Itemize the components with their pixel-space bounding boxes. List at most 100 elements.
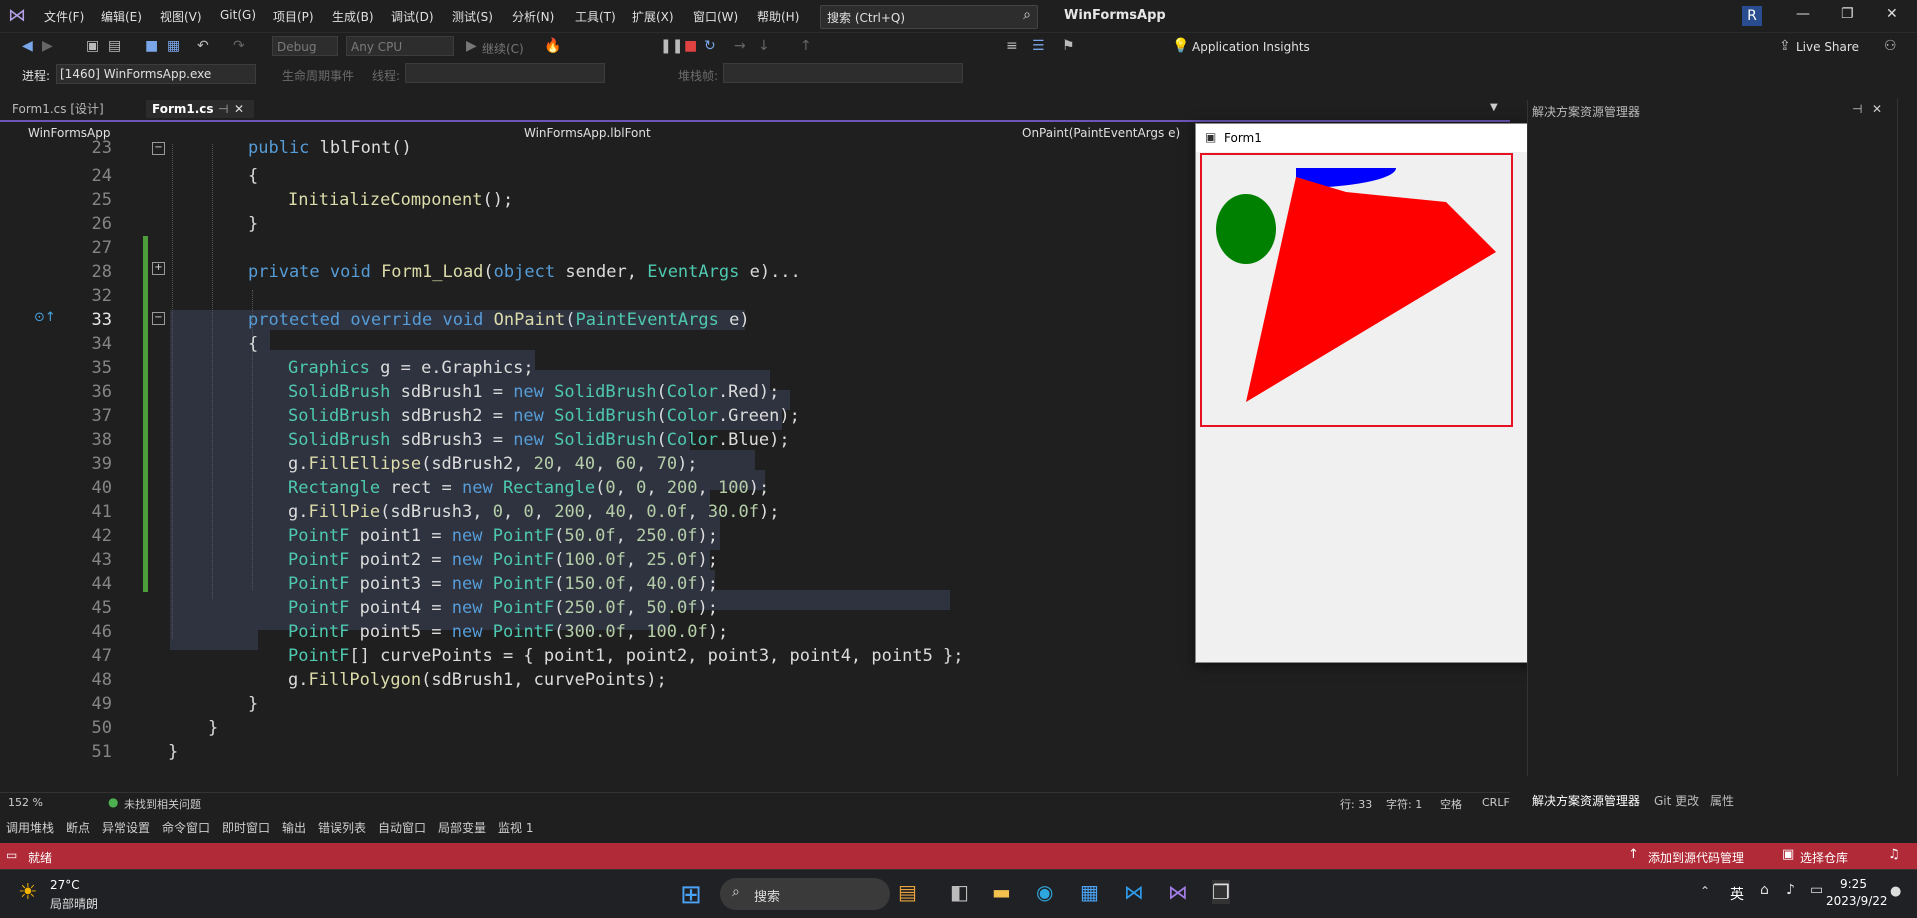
- menu-help[interactable]: 帮助(H): [757, 8, 799, 25]
- add-source-control-button[interactable]: 添加到源代码管理: [1648, 849, 1744, 866]
- panel-tab-properties[interactable]: 属性: [1710, 792, 1734, 809]
- tab-form1-code[interactable]: Form1.cs ⊣ ✕: [146, 100, 254, 118]
- issues-status[interactable]: 未找到相关问题: [124, 796, 201, 812]
- collapse-icon[interactable]: −: [152, 142, 165, 155]
- file-explorer-icon[interactable]: ◧: [950, 880, 969, 904]
- thread-select[interactable]: [405, 63, 605, 83]
- undo-icon[interactable]: ↶: [197, 38, 209, 54]
- menu-build[interactable]: 生成(B): [332, 8, 374, 25]
- chevron-down-icon[interactable]: ▼: [1490, 102, 1498, 113]
- redo-icon[interactable]: ↷: [233, 38, 245, 54]
- back-icon[interactable]: ◀: [22, 38, 33, 54]
- panel-tab-git[interactable]: Git 更改: [1654, 792, 1699, 809]
- application-insights-button[interactable]: Application Insights: [1192, 40, 1310, 54]
- close-icon[interactable]: ✕: [1886, 6, 1898, 22]
- visual-studio-icon[interactable]: ⋈: [1168, 880, 1188, 904]
- menu-edit[interactable]: 编辑(E): [101, 8, 142, 25]
- stackframe-select[interactable]: [723, 63, 963, 83]
- bell-icon[interactable]: ♫: [1888, 847, 1900, 862]
- menu-tools[interactable]: 工具(T): [575, 8, 616, 25]
- lightbulb-icon[interactable]: 💡: [1172, 38, 1189, 54]
- close-icon[interactable]: ✕: [1872, 102, 1882, 116]
- format-icon[interactable]: ≡: [1006, 38, 1018, 54]
- tab-breakpoints[interactable]: 断点: [66, 819, 90, 836]
- notification-icon[interactable]: ●: [1890, 884, 1901, 899]
- clock-date[interactable]: 2023/9/22: [1826, 894, 1888, 908]
- line-ending[interactable]: CRLF: [1482, 796, 1510, 809]
- taskbar-search[interactable]: ⌕ 搜索: [720, 878, 890, 910]
- panel-tab-solution[interactable]: 解决方案资源管理器: [1532, 792, 1640, 809]
- live-share-button[interactable]: Live Share: [1796, 40, 1859, 54]
- select-repo-button[interactable]: 选择仓库: [1800, 849, 1848, 866]
- tab-immediate-window[interactable]: 即时窗口: [222, 819, 270, 836]
- breakpoint-icon[interactable]: ⊙↑: [34, 310, 56, 325]
- menu-extensions[interactable]: 扩展(X): [632, 8, 674, 25]
- collapse-icon[interactable]: −: [152, 312, 165, 325]
- speaker-icon[interactable]: ♪: [1786, 882, 1795, 898]
- pin-icon[interactable]: ⊣: [1852, 102, 1862, 116]
- search-input[interactable]: 搜索 (Ctrl+Q) ⌕: [820, 5, 1038, 29]
- platform-select[interactable]: Any CPU: [346, 36, 454, 56]
- continue-icon[interactable]: ▶: [466, 38, 477, 54]
- hot-reload-icon[interactable]: 🔥: [544, 38, 561, 54]
- tab-locals[interactable]: 局部变量: [438, 819, 486, 836]
- step-icon[interactable]: →: [734, 38, 746, 54]
- chevron-up-icon[interactable]: ⌃: [1700, 884, 1710, 898]
- menu-project[interactable]: 项目(P): [273, 8, 314, 25]
- forward-icon[interactable]: ▶: [42, 38, 53, 54]
- tab-autos[interactable]: 自动窗口: [378, 819, 426, 836]
- menu-git[interactable]: Git(G): [220, 8, 256, 22]
- windows-start-icon[interactable]: ⊞: [680, 880, 702, 910]
- expand-icon[interactable]: +: [152, 262, 165, 275]
- configuration-select[interactable]: Debug: [272, 36, 338, 56]
- menu-debug[interactable]: 调试(D): [391, 8, 434, 25]
- tab-output[interactable]: 输出: [282, 819, 306, 836]
- member-select[interactable]: OnPaint(PaintEventArgs e): [1022, 124, 1180, 142]
- menu-view[interactable]: 视图(V): [160, 8, 202, 25]
- battery-icon[interactable]: ▭: [1810, 882, 1823, 898]
- tab-call-stack[interactable]: 调用堆栈: [6, 819, 54, 836]
- menu-test[interactable]: 测试(S): [452, 8, 493, 25]
- stop-icon[interactable]: ■: [684, 38, 697, 54]
- type-select[interactable]: WinFormsApp.lblFont: [524, 124, 651, 142]
- tab-exception-settings[interactable]: 异常设置: [102, 819, 150, 836]
- step-into-icon[interactable]: ↓: [758, 38, 770, 54]
- continue-label[interactable]: 继续(C): [482, 40, 524, 57]
- folder-icon[interactable]: ▬: [992, 880, 1011, 904]
- ime-indicator[interactable]: 英: [1730, 884, 1744, 904]
- pause-icon[interactable]: ❚❚: [660, 38, 683, 54]
- menu-window[interactable]: 窗口(W): [693, 8, 738, 25]
- save-icon[interactable]: ■: [145, 38, 158, 54]
- restore-icon[interactable]: ❐: [1841, 6, 1854, 22]
- vscode-icon[interactable]: ⋈: [1124, 880, 1144, 904]
- step-out-icon[interactable]: ↑: [800, 38, 812, 54]
- code-line: protected override void OnPaint(PaintEve…: [248, 310, 750, 330]
- task-view-icon[interactable]: ▤: [898, 880, 917, 904]
- tab-watch-1[interactable]: 监视 1: [498, 819, 533, 836]
- pin-icon[interactable]: ⊣: [218, 100, 228, 118]
- whitespace-mode[interactable]: 空格: [1440, 796, 1462, 812]
- tab-error-list[interactable]: 错误列表: [318, 819, 366, 836]
- edge-icon[interactable]: ◉: [1036, 880, 1053, 904]
- bookmark-icon[interactable]: ⚑: [1062, 38, 1075, 54]
- zoom-level[interactable]: 152 %: [8, 796, 43, 809]
- clock-time[interactable]: 9:25: [1840, 877, 1867, 891]
- close-icon[interactable]: ✕: [234, 100, 244, 118]
- winforms-app-icon[interactable]: ❐: [1212, 880, 1230, 904]
- minimize-icon[interactable]: —: [1796, 6, 1810, 22]
- menu-analyze[interactable]: 分析(N): [512, 8, 554, 25]
- live-share-icon[interactable]: ⇪: [1779, 38, 1791, 54]
- save-all-icon[interactable]: ▦: [167, 38, 180, 54]
- menu-file[interactable]: 文件(F): [44, 8, 84, 25]
- comment-icon[interactable]: ☰: [1032, 38, 1045, 54]
- tab-form1-designer[interactable]: Form1.cs [设计]: [6, 100, 110, 118]
- feedback-icon[interactable]: ⚇: [1884, 38, 1897, 54]
- process-select[interactable]: [1460] WinFormsApp.exe: [56, 64, 256, 84]
- open-icon[interactable]: ▤: [108, 38, 121, 54]
- network-icon[interactable]: ⌂: [1760, 882, 1769, 898]
- avatar[interactable]: R: [1742, 6, 1762, 26]
- tab-command-window[interactable]: 命令窗口: [162, 819, 210, 836]
- store-icon[interactable]: ▦: [1080, 880, 1099, 904]
- new-project-icon[interactable]: ▣: [86, 38, 99, 54]
- restart-icon[interactable]: ↻: [704, 38, 716, 54]
